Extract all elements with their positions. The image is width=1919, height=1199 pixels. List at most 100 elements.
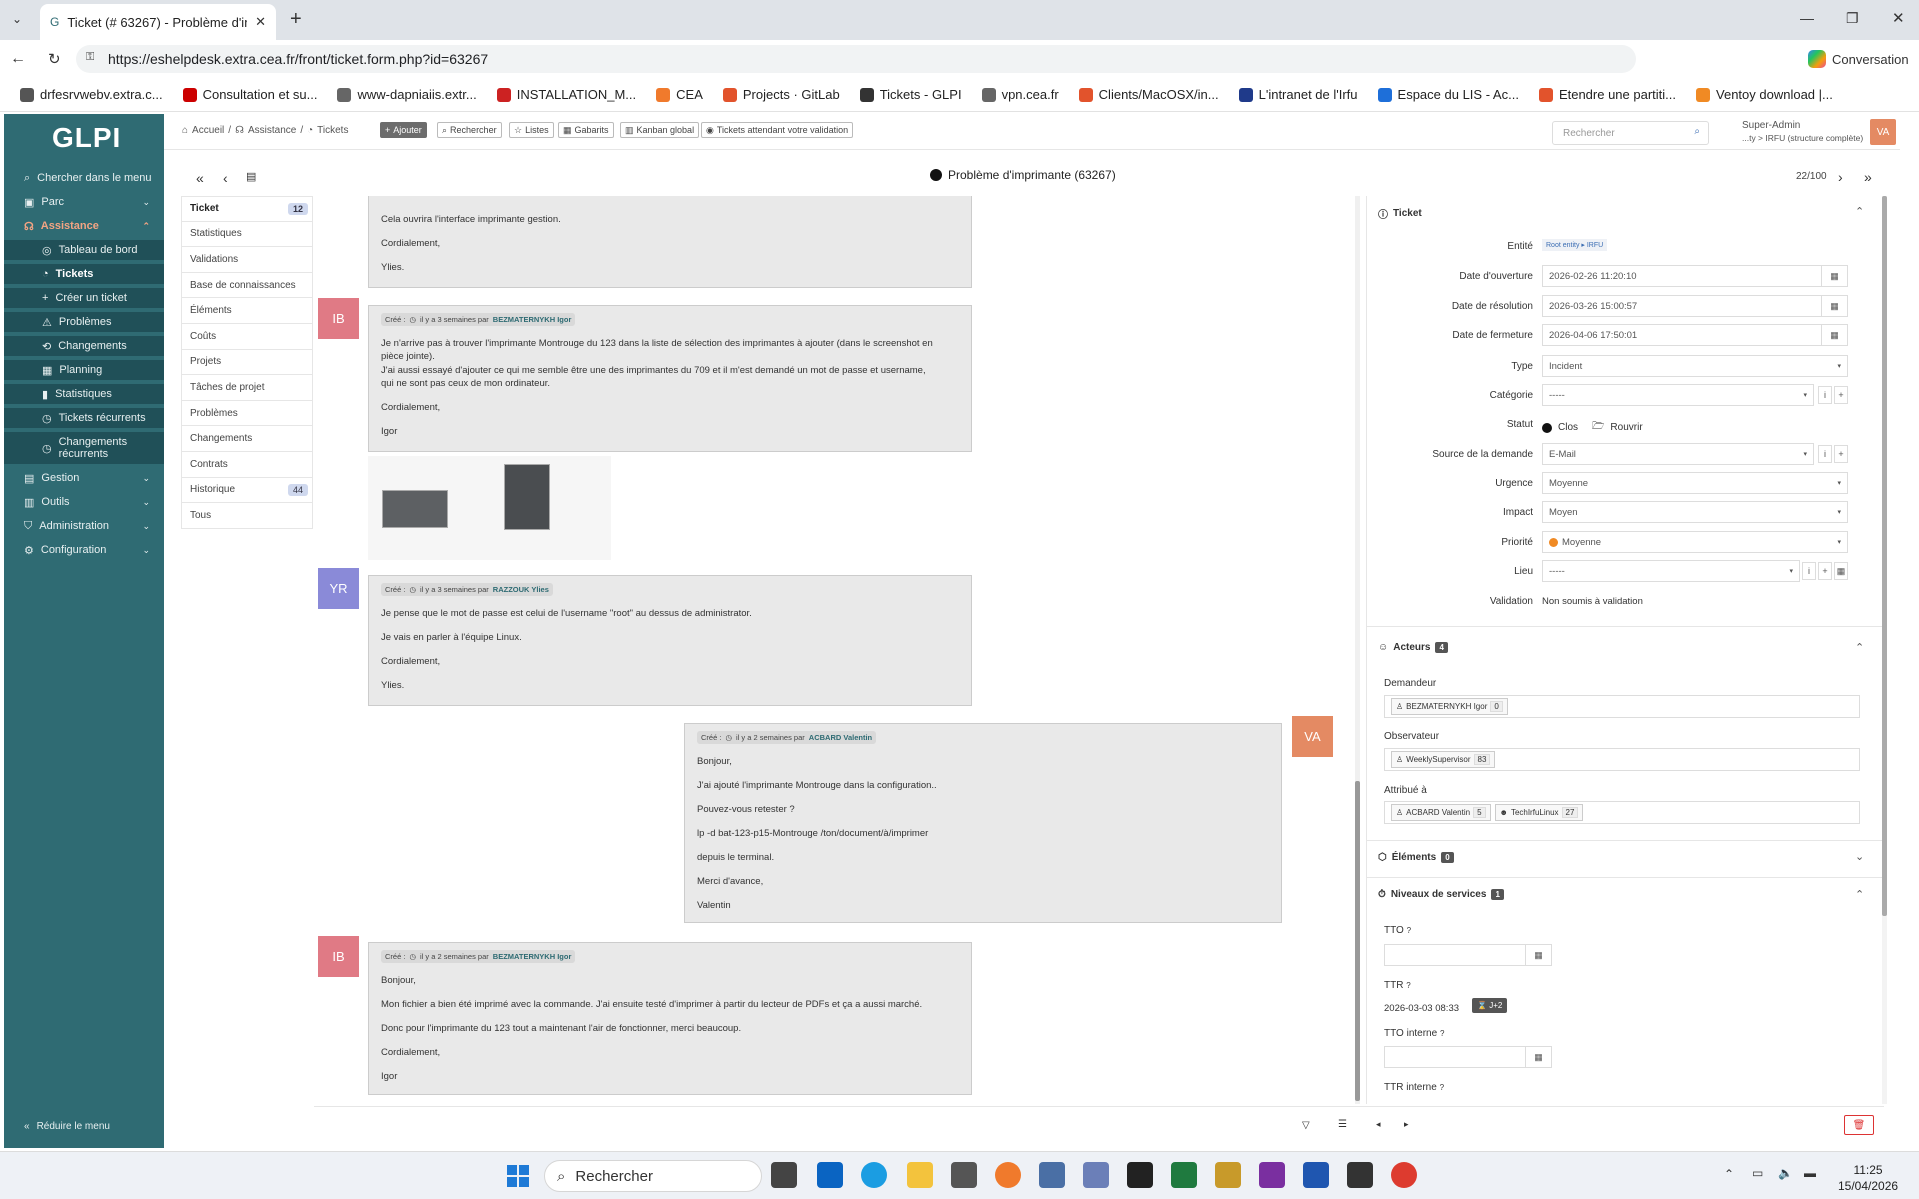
browser-tab-active[interactable]: G Ticket (# 63267) - Problème d'imp ✕ (40, 4, 276, 40)
next-item-icon[interactable]: › (1838, 169, 1843, 185)
tab-item[interactable]: Historique 44 (181, 477, 313, 504)
urgency-select[interactable]: Moyenne ▾ (1542, 472, 1848, 494)
ticket-section-header[interactable]: ⓘ Ticket (1378, 206, 1422, 221)
user-profile[interactable]: Super-Admin ...ty > IRFU (structure comp… (1742, 120, 1863, 144)
first-item-icon[interactable]: « (196, 170, 204, 186)
search-icon[interactable]: ⌕ (1694, 126, 1700, 137)
location-add-button[interactable]: + (1818, 562, 1832, 580)
site-info-icon[interactable]: ⚿ (86, 51, 94, 64)
glpi-logo[interactable]: GLPI (52, 122, 121, 154)
opening-date-field[interactable]: 2026-02-26 11:20:10 ▦ (1542, 265, 1848, 287)
delete-button[interactable]: 🗑 (1844, 1115, 1874, 1135)
menu-assistance[interactable]: ☊ Assistance ⌃ (4, 216, 164, 236)
chevron-up-icon[interactable]: ⌃ (1855, 641, 1864, 654)
tab-item[interactable]: Base de connaissances (181, 272, 313, 299)
search-menu[interactable]: ⌕ Chercher dans le menu (4, 168, 164, 188)
submenu-item[interactable]: ▮ Statistiques (4, 384, 164, 404)
taskbar-search[interactable]: ⌕ Rechercher (544, 1160, 762, 1192)
tab-item[interactable]: Tous (181, 503, 313, 529)
tab-item[interactable]: Éléments (181, 298, 313, 324)
battery-icon[interactable]: ▬ (1804, 1166, 1816, 1180)
last-item-icon[interactable]: » (1864, 169, 1872, 185)
author-link[interactable]: RAZZOUK Ylies (493, 585, 549, 594)
submenu-item[interactable]: ◎ Tableau de bord (4, 240, 164, 260)
actor-chip[interactable]: ♙ WeeklySupervisor 83 (1391, 751, 1496, 768)
submenu-item[interactable]: ◔ Tickets (4, 264, 164, 284)
window-close-icon[interactable]: ✕ (1892, 9, 1905, 27)
submenu-item[interactable]: ▦ Planning (4, 360, 164, 380)
app-icon[interactable] (951, 1162, 977, 1188)
source-add-button[interactable]: + (1834, 445, 1848, 463)
calendar-icon[interactable]: ▦ (1821, 325, 1847, 345)
tto-field[interactable]: ▦ (1384, 944, 1552, 966)
templates-button[interactable]: ▦ Gabarits (558, 122, 614, 138)
resolution-date-field[interactable]: 2026-03-26 15:00:57 ▦ (1542, 295, 1848, 317)
bookmark[interactable]: Consultation et su... (173, 87, 328, 102)
search-button[interactable]: ⌕ Rechercher (437, 122, 502, 138)
calendar-icon[interactable]: ▦ (1821, 266, 1847, 286)
tab-item[interactable]: Contrats (181, 451, 313, 478)
bookmark[interactable]: drfesrvwebv.extra.c... (10, 87, 173, 102)
global-search-input[interactable]: Rechercher ⌕ (1552, 121, 1709, 145)
observer-field[interactable]: ♙ WeeklySupervisor 83 (1384, 748, 1860, 771)
author-link[interactable]: BEZMATERNYKH Igor (493, 952, 572, 961)
chevron-up-icon[interactable]: ⌃ (1855, 205, 1864, 218)
bookmark[interactable]: L'intranet de l'Irfu (1229, 87, 1368, 102)
tab-item[interactable]: Projets (181, 349, 313, 376)
menu-administration[interactable]: ⛉ Administration ⌄ (4, 516, 164, 536)
breadcrumb-home[interactable]: Accueil (192, 125, 224, 136)
excel-icon[interactable] (1171, 1162, 1197, 1188)
restore-icon[interactable]: ❐ (1846, 10, 1859, 27)
chrome-icon[interactable] (1391, 1162, 1417, 1188)
url-field[interactable]: ⚿ https://eshelpdesk.extra.cea.fr/front/… (76, 45, 1636, 73)
volume-icon[interactable]: 🔈 (1778, 1166, 1793, 1180)
assigned-field[interactable]: ♙ ACBARD Valentin 5 ☻ TechIrfuLinux 27 (1384, 801, 1860, 824)
tab-list-icon[interactable]: ⌄ (12, 12, 22, 26)
file-explorer-icon[interactable] (907, 1162, 933, 1188)
app-icon[interactable] (995, 1162, 1021, 1188)
user-avatar[interactable]: VA (1870, 119, 1896, 145)
submenu-item[interactable]: + Créer un ticket (4, 288, 164, 308)
actor-chip[interactable]: ♙ ACBARD Valentin 5 (1391, 804, 1491, 821)
pending-validation-button[interactable]: ◉ Tickets attendant votre validation (701, 122, 854, 138)
timeline-scrollbar[interactable] (1355, 196, 1360, 1104)
chevron-down-icon[interactable]: ⌄ (1855, 850, 1864, 863)
priority-select[interactable]: Moyenne ▾ (1542, 531, 1848, 553)
bookmark[interactable]: Projects · GitLab (713, 87, 850, 102)
onenote-icon[interactable] (1259, 1162, 1285, 1188)
network-icon[interactable]: ▭ (1752, 1166, 1763, 1180)
chevron-up-icon[interactable]: ⌃ (1855, 888, 1864, 901)
new-tab-icon[interactable]: + (290, 8, 302, 31)
reload-icon[interactable]: ↻ (48, 50, 61, 68)
windows-start-icon[interactable] (507, 1165, 529, 1187)
submenu-item[interactable]: ◷ Tickets récurrents (4, 408, 164, 428)
bookmark[interactable]: Clients/MacOSX/in... (1069, 87, 1229, 102)
word-icon[interactable] (1303, 1162, 1329, 1188)
chevron-up-icon[interactable]: ⌃ (1724, 1167, 1734, 1181)
actors-section-header[interactable]: ☺ Acteurs 4 (1378, 642, 1448, 653)
author-link[interactable]: BEZMATERNYKH Igor (493, 315, 572, 324)
breadcrumb-tickets[interactable]: Tickets (317, 125, 348, 136)
caret-left-icon[interactable]: ◂ (1376, 1119, 1381, 1130)
category-info-button[interactable]: i (1818, 386, 1832, 404)
bookmark[interactable]: Etendre une partiti... (1529, 87, 1686, 102)
location-map-button[interactable]: ▦ (1834, 562, 1848, 580)
submenu-item[interactable]: ⟲ Changements (4, 336, 164, 356)
screenshot-thumbnail[interactable] (382, 490, 448, 528)
actor-chip[interactable]: ♙ BEZMATERNYKH Igor 0 (1391, 698, 1508, 715)
screenshot-thumbnail[interactable] (504, 464, 550, 530)
reopen-link[interactable]: Rouvrir (1610, 422, 1642, 433)
filter-icon[interactable]: ▽ (1302, 1120, 1310, 1131)
tab-item[interactable]: Statistiques (181, 221, 313, 248)
list-view-icon[interactable]: ▤ (246, 170, 256, 183)
impact-select[interactable]: Moyen ▾ (1542, 501, 1848, 523)
elements-section-header[interactable]: ⬡ Éléments 0 (1378, 852, 1454, 863)
sla-section-header[interactable]: ⏱ Niveaux de services 1 (1378, 889, 1504, 900)
close-tab-icon[interactable]: ✕ (255, 14, 266, 30)
bookmark[interactable]: INSTALLATION_M... (487, 87, 646, 102)
collapse-menu[interactable]: «Réduire le menu (4, 1116, 164, 1136)
calendar-icon[interactable]: ▦ (1821, 296, 1847, 316)
bookmark[interactable]: Tickets - GLPI (850, 87, 972, 102)
submenu-item[interactable]: ⚠ Problèmes (4, 312, 164, 332)
tto-internal-field[interactable]: ▦ (1384, 1046, 1552, 1068)
